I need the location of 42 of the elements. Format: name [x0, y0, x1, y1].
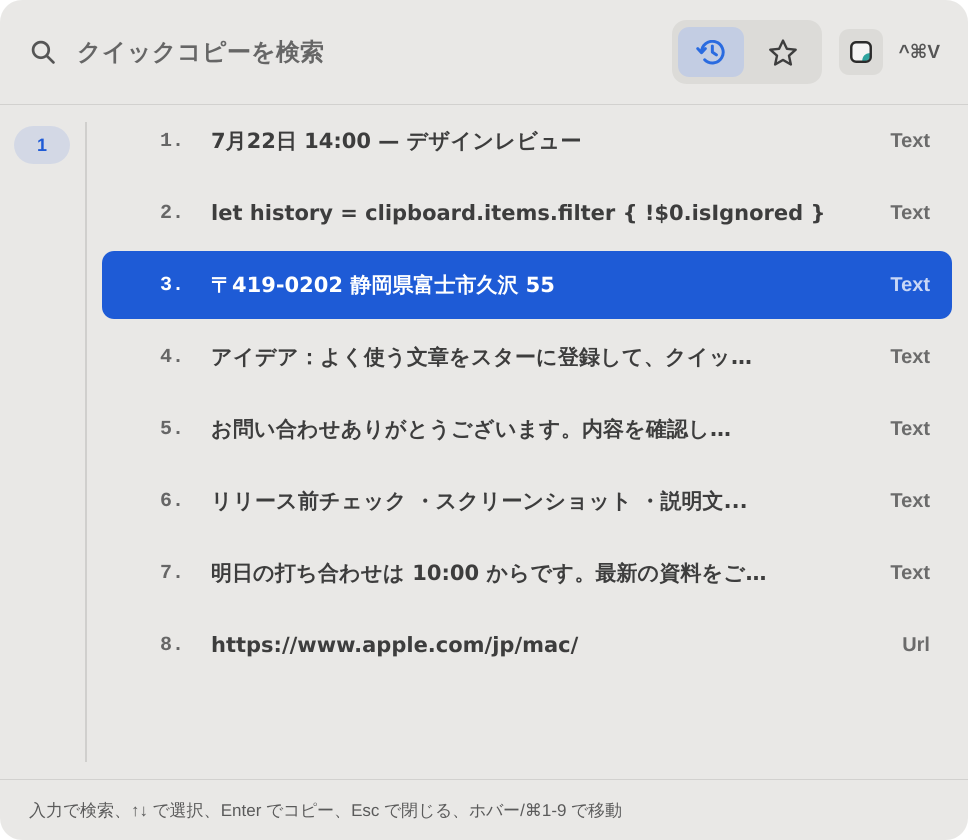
item-type: Text [890, 202, 930, 224]
item-type: Text [890, 418, 930, 440]
history-icon [696, 40, 726, 64]
note-button[interactable] [838, 29, 883, 75]
item-text: リリース前チェック ・スクリーンショット ・説明文... [211, 488, 749, 515]
clipboard-item[interactable]: 2. let history = clipboard.items.filter { !$0.isIgnored } Text [102, 179, 952, 247]
item-type: Text [890, 130, 930, 152]
item-text: 明日の打ち合わせは 10:00 からです。最新の資料をご… [211, 560, 768, 587]
item-type: Url [902, 634, 930, 656]
item-number: 6. [160, 490, 186, 512]
history-button[interactable] [678, 27, 744, 77]
item-number: 1. [160, 130, 186, 152]
item-text: 7月22日 14:00 — デザインレビュー [211, 128, 583, 155]
clipboard-item[interactable]: 7. 明日の打ち合わせは 10:00 からです。最新の資料をご… Text [102, 539, 952, 607]
item-number: 8. [160, 634, 186, 656]
clipboard-item[interactable]: 4. アイデア：よく使う文章をスターに登録して、クイッ… Text [102, 323, 952, 391]
search-field[interactable]: クイックコピーを検索 [77, 34, 660, 70]
search-icon [31, 40, 55, 64]
clipboard-item[interactable]: 5. お問い合わせありがとうございます。内容を確認し… Text [102, 395, 952, 463]
item-number: 2. [160, 202, 186, 224]
item-type: Text [890, 562, 930, 584]
item-type: Text [890, 346, 930, 368]
clipboard-item[interactable]: 1. 7月22日 14:00 — デザインレビュー Text [102, 107, 952, 175]
item-number: 7. [160, 562, 186, 584]
clipboard-item[interactable]: 6. リリース前チェック ・スクリーンショット ・説明文... Text [102, 467, 952, 535]
page-button[interactable]: 1 [14, 126, 70, 164]
clipboard-item[interactable]: 8. https://www.apple.com/jp/mac/ Url [102, 611, 952, 679]
item-text: お問い合わせありがとうございます。内容を確認し… [211, 416, 732, 443]
item-text: 〒419-0202 静岡県富士市久沢 55 [211, 272, 556, 299]
item-text: let history = clipboard.items.filter { !$0.isIgnored } [211, 201, 826, 225]
clipboard-item[interactable]: 3. 〒419-0202 静岡県富士市久沢 55 Text [102, 251, 952, 319]
item-text: https://www.apple.com/jp/mac/ [211, 633, 580, 657]
note-icon [850, 41, 872, 63]
item-number: 5. [160, 418, 186, 440]
item-type: Text [890, 490, 930, 512]
shortcut-label: ^⌘V [898, 40, 940, 64]
star-icon [768, 38, 797, 66]
item-number: 3. [160, 274, 186, 296]
footer-hint: 入力で検索、↑↓ で選択、Enter でコピー、Esc で閉じる、ホバー/⌘1-9 で移動 [29, 800, 622, 822]
item-number: 4. [160, 346, 186, 368]
item-text: アイデア：よく使う文章をスターに登録して、クイッ… [211, 344, 753, 371]
item-type: Text [890, 274, 930, 296]
